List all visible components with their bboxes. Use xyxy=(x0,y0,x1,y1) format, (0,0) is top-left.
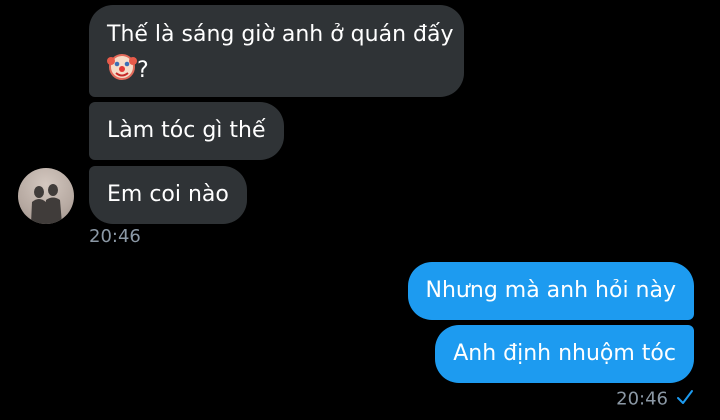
message-timestamp: 20:46 xyxy=(616,388,668,410)
avatar[interactable] xyxy=(18,168,74,224)
message-status: 20:46 xyxy=(616,388,694,411)
clown-face-icon xyxy=(107,51,137,91)
outgoing-message[interactable]: Nhưng mà anh hỏi này xyxy=(407,262,694,320)
message-text: Anh định nhuộm tóc xyxy=(453,341,676,366)
message-text-line1: Thế là sáng giờ anh ở quán đấy xyxy=(107,22,454,47)
message-text-line2: ? xyxy=(137,58,149,83)
message-text: Em coi nào xyxy=(107,182,229,207)
message-text: Làm tóc gì thế xyxy=(107,118,266,143)
checkmark-icon xyxy=(676,388,694,411)
outgoing-message[interactable]: Anh định nhuộm tóc xyxy=(435,325,694,383)
message-text: Nhưng mà anh hỏi này xyxy=(425,278,676,303)
incoming-message[interactable]: Em coi nào xyxy=(89,166,247,224)
message-timestamp: 20:46 xyxy=(89,226,141,247)
incoming-message[interactable]: Thế là sáng giờ anh ở quán đấy ? xyxy=(89,5,464,97)
incoming-message[interactable]: Làm tóc gì thế xyxy=(89,102,284,160)
